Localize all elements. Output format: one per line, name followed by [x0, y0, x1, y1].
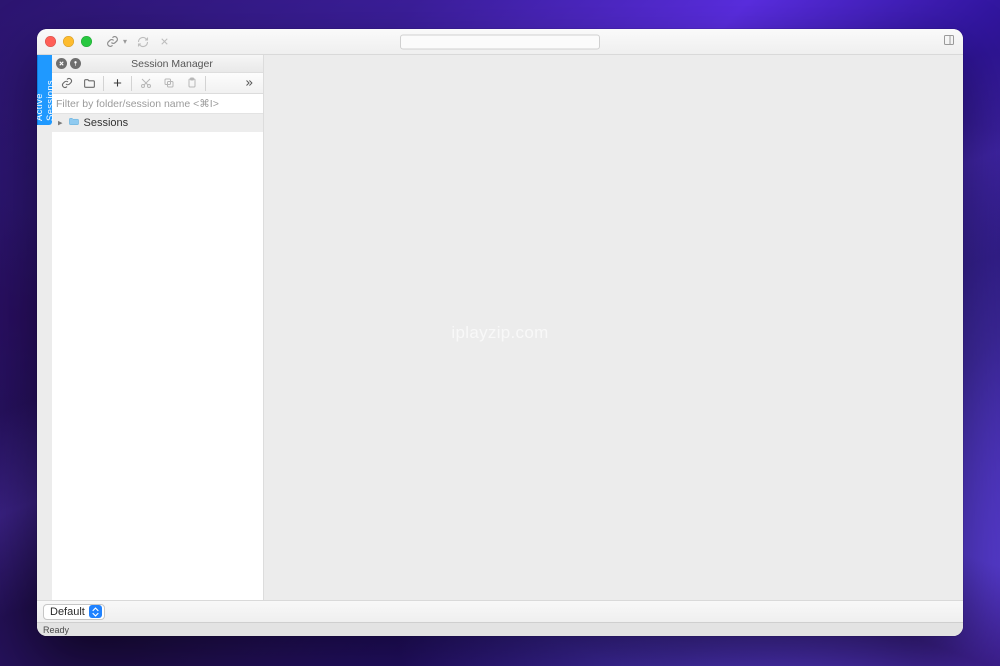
link-session-button[interactable]: [55, 74, 78, 93]
panel-toggle-icon[interactable]: [943, 33, 955, 51]
profile-selector-value: Default: [50, 606, 85, 618]
panel-title: Session Manager: [85, 58, 259, 70]
panel-toolbar: +: [52, 73, 263, 94]
filter-row: [52, 94, 263, 114]
desktop-wallpaper: ▾ Active Sessions: [0, 0, 1000, 666]
session-tree[interactable]: ▸ Sessions: [52, 114, 263, 600]
close-panel-icon[interactable]: [56, 58, 67, 69]
folder-icon: [67, 116, 80, 130]
active-sessions-tab-label: Active Sessions: [37, 59, 56, 121]
tree-row[interactable]: ▸ Sessions: [52, 114, 263, 132]
add-button[interactable]: +: [106, 74, 129, 93]
paste-button[interactable]: [180, 74, 203, 93]
status-text: Ready: [43, 625, 69, 635]
titlebar: ▾: [37, 29, 963, 55]
app-window: ▾ Active Sessions: [37, 29, 963, 636]
content-area: [264, 55, 963, 600]
link-icon[interactable]: [106, 35, 119, 48]
minimize-window-button[interactable]: [63, 36, 74, 47]
cut-button[interactable]: [134, 74, 157, 93]
bottom-bar: Default: [37, 600, 963, 622]
filter-input[interactable]: [56, 98, 259, 110]
address-field[interactable]: [400, 34, 600, 49]
zoom-window-button[interactable]: [81, 36, 92, 47]
new-folder-button[interactable]: [78, 74, 101, 93]
profile-selector[interactable]: Default: [43, 604, 105, 620]
updown-stepper-icon: [89, 605, 102, 618]
status-bar: Ready: [37, 622, 963, 636]
toolbar-overflow-button[interactable]: [237, 74, 260, 93]
copy-button[interactable]: [157, 74, 180, 93]
close-window-button[interactable]: [45, 36, 56, 47]
panel-header: Session Manager: [52, 55, 263, 73]
refresh-icon[interactable]: [137, 36, 149, 48]
tree-item-label: Sessions: [84, 117, 129, 129]
window-controls: [45, 36, 92, 47]
chevron-right-icon[interactable]: ▸: [58, 117, 63, 128]
active-sessions-tab[interactable]: Active Sessions: [37, 55, 52, 125]
session-manager-panel: Session Manager +: [52, 55, 264, 600]
pin-panel-icon[interactable]: [70, 58, 81, 69]
dropdown-caret-icon[interactable]: ▾: [123, 37, 127, 46]
cancel-icon[interactable]: [159, 36, 170, 47]
